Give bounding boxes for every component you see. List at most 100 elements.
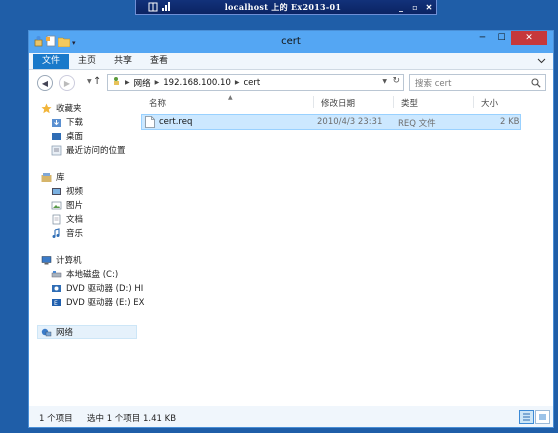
hard-drive-icon — [51, 269, 62, 280]
remote-close-button[interactable]: ✕ — [422, 2, 436, 12]
address-dropdown-icon[interactable]: ▼ — [382, 78, 387, 85]
column-divider[interactable] — [393, 96, 394, 108]
tab-view[interactable]: 查看 — [141, 54, 177, 69]
nav-downloads[interactable]: 下载 — [51, 116, 83, 128]
nav-label: 网络 — [56, 328, 74, 338]
nav-libraries[interactable]: 库 — [41, 171, 65, 183]
dvd-drive-icon — [51, 283, 62, 294]
column-header-date[interactable]: 修改日期 — [321, 97, 355, 109]
search-input[interactable]: 搜索 cert — [415, 77, 531, 89]
nav-pictures[interactable]: 图片 — [51, 199, 83, 211]
breadcrumb-separator-icon[interactable]: ▶ — [125, 79, 130, 86]
nav-music[interactable]: 音乐 — [51, 227, 83, 239]
desktop-icon — [51, 131, 62, 142]
large-icons-view-button[interactable] — [535, 410, 550, 424]
remote-session-title: localhost 上的 Ex2013-01 — [224, 1, 342, 12]
star-icon — [41, 103, 52, 114]
navigation-pane: 收藏夹 下载 桌面 最近访问的位置 库 视频 图片 文档 音乐 计算机 本地磁盘… — [29, 94, 144, 406]
selection-info: 选中 1 个项目 1.41 KB — [87, 414, 177, 424]
pin-icon[interactable] — [146, 1, 160, 13]
column-divider[interactable] — [473, 96, 474, 108]
details-view-button[interactable] — [519, 410, 534, 424]
documents-icon — [51, 214, 62, 225]
maximize-button[interactable]: ☐ — [492, 31, 511, 45]
close-button[interactable]: ✕ — [511, 31, 547, 45]
nav-recent-places[interactable]: 最近访问的位置 — [51, 144, 126, 156]
file-icon — [145, 116, 155, 128]
file-name: cert.req — [159, 117, 193, 127]
nav-videos[interactable]: 视频 — [51, 185, 83, 197]
nav-label: 视频 — [66, 187, 84, 197]
breadcrumb-cert[interactable]: cert — [243, 78, 260, 88]
network-location-icon — [111, 76, 121, 89]
nav-label: 下载 — [66, 118, 84, 128]
table-row[interactable]: cert.req 2010/4/3 23:31 REQ 文件 2 KB — [141, 114, 521, 130]
nav-desktop[interactable]: 桌面 — [51, 130, 83, 142]
remote-restore-button[interactable]: ▫ — [408, 2, 422, 12]
column-header-size[interactable]: 大小 — [481, 97, 498, 109]
library-icon — [41, 172, 52, 183]
breadcrumb-separator-icon[interactable]: ▶ — [235, 79, 240, 86]
nav-label: 本地磁盘 (C:) — [66, 270, 119, 280]
music-icon — [51, 227, 62, 239]
up-button[interactable]: ↑ — [93, 76, 101, 87]
nav-label: 图片 — [66, 201, 84, 211]
nav-label: 计算机 — [56, 256, 82, 266]
nav-favorites[interactable]: 收藏夹 — [41, 102, 82, 114]
recent-locations-chevron-icon[interactable]: ▼ — [87, 78, 92, 85]
status-bar: 1 个项目 选中 1 个项目 1.41 KB — [29, 406, 553, 427]
computer-icon — [41, 255, 52, 266]
nav-dvd-drive-d[interactable]: DVD 驱动器 (D:) HI — [51, 282, 143, 294]
exchange-disc-icon: E — [51, 297, 62, 308]
help-icon[interactable] — [536, 55, 547, 66]
breadcrumb-host[interactable]: 192.168.100.10 — [163, 78, 231, 88]
file-date: 2010/4/3 23:31 — [317, 117, 383, 127]
file-list: ▲ 名称 修改日期 类型 大小 cert.req 2010/4/3 23:31 … — [137, 94, 553, 406]
minimize-button[interactable]: ─ — [473, 31, 492, 45]
nav-dvd-drive-e[interactable]: E DVD 驱动器 (E:) EX — [51, 296, 144, 308]
tab-home[interactable]: 主页 — [69, 54, 105, 69]
nav-label: DVD 驱动器 (D:) HI — [66, 284, 144, 294]
svg-text:E: E — [54, 300, 58, 307]
nav-computer[interactable]: 计算机 — [41, 254, 82, 266]
file-type: REQ 文件 — [398, 119, 436, 129]
nav-documents[interactable]: 文档 — [51, 213, 83, 225]
network-icon — [41, 327, 52, 338]
pictures-icon — [51, 200, 62, 211]
nav-local-disk-c[interactable]: 本地磁盘 (C:) — [51, 268, 118, 280]
remote-session-bar: localhost 上的 Ex2013-01 _ ▫ ✕ — [135, 0, 437, 15]
search-icon[interactable] — [531, 77, 541, 88]
signal-icon — [162, 1, 172, 13]
nav-label: DVD 驱动器 (E:) EX — [66, 298, 145, 308]
back-button[interactable]: ◀ — [37, 75, 53, 91]
remote-minimize-button[interactable]: _ — [394, 2, 408, 12]
tab-share[interactable]: 共享 — [105, 54, 141, 69]
item-count: 1 个项目 — [39, 414, 73, 424]
nav-label: 音乐 — [66, 229, 84, 239]
column-divider[interactable] — [313, 96, 314, 108]
video-icon — [51, 186, 62, 197]
large-icons-view-icon — [539, 414, 546, 420]
nav-label: 最近访问的位置 — [66, 146, 126, 156]
ribbon-tabs: 文件 主页 共享 查看 — [29, 53, 553, 70]
nav-network[interactable]: 网络 — [41, 326, 73, 338]
explorer-window: ▾ cert ─ ☐ ✕ 文件 主页 共享 查看 ◀ ▶ ▼ ↑ ▶ 网络 ▶ … — [28, 30, 554, 428]
tab-file[interactable]: 文件 — [33, 54, 70, 69]
forward-button[interactable]: ▶ — [59, 75, 75, 91]
navigation-row: ◀ ▶ ▼ ↑ ▶ 网络 ▶ 192.168.100.10 ▶ cert ▼ ↻… — [29, 70, 553, 95]
address-bar[interactable]: ▶ 网络 ▶ 192.168.100.10 ▶ cert ▼ ↻ — [107, 74, 404, 91]
file-size: 2 KB — [500, 117, 520, 127]
refresh-icon[interactable]: ↻ — [392, 76, 400, 86]
nav-label: 库 — [56, 173, 65, 183]
column-header-type[interactable]: 类型 — [401, 97, 418, 109]
search-box[interactable]: 搜索 cert — [409, 74, 546, 91]
nav-label: 文档 — [66, 215, 84, 225]
nav-label: 桌面 — [66, 132, 84, 142]
column-header-name[interactable]: 名称 — [149, 97, 166, 109]
breadcrumb-separator-icon[interactable]: ▶ — [155, 79, 160, 86]
sort-ascending-icon: ▲ — [228, 94, 233, 101]
details-view-icon — [523, 413, 530, 421]
breadcrumb-network[interactable]: 网络 — [134, 77, 151, 89]
title-bar[interactable]: ▾ cert ─ ☐ ✕ — [29, 31, 553, 53]
nav-label: 收藏夹 — [56, 104, 82, 114]
